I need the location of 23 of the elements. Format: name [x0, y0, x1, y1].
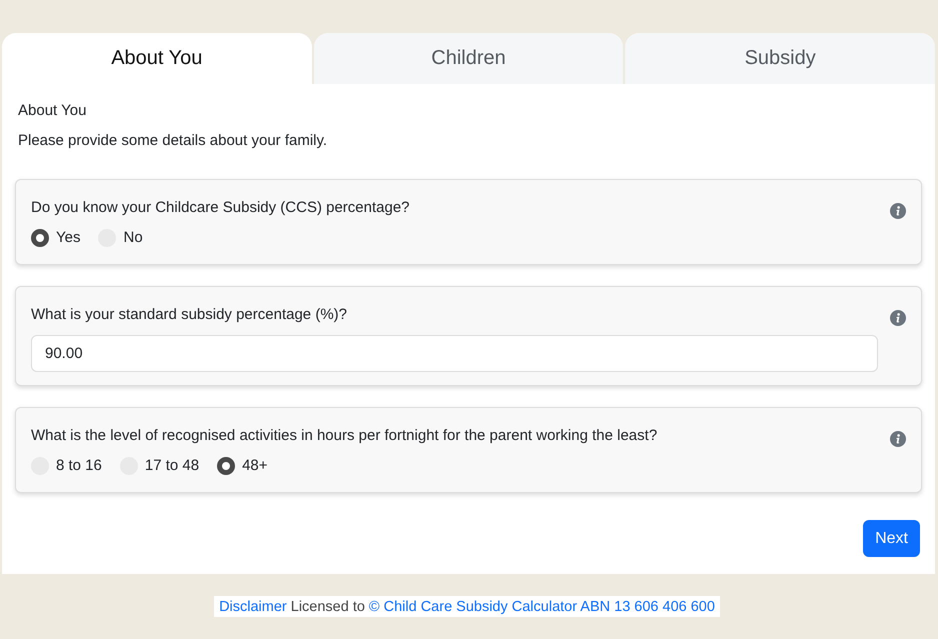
next-button[interactable]: Next [863, 520, 920, 557]
tab[interactable]: About You [2, 33, 312, 84]
radio-label[interactable]: No [123, 227, 143, 249]
radio-label[interactable]: 17 to 48 [144, 455, 200, 477]
percentage-input[interactable]: 90.00 [31, 335, 878, 372]
question-text: Do you know your Childcare Subsidy (CCS) percentage? [31, 198, 411, 218]
question-text: What is your standard subsidy percentage (%)? [31, 305, 348, 325]
radio-button[interactable] [217, 457, 236, 475]
radio-button[interactable] [31, 229, 49, 247]
tab[interactable]: Children [314, 33, 624, 84]
copyright-link[interactable]: © Child Care Subsidy Calculator ABN 13 606 406 600 [368, 598, 715, 614]
section-description: Please provide some details about your family. [17, 131, 328, 151]
footer-text: Licensed to [290, 598, 365, 614]
section-title: About You [17, 101, 88, 121]
info-icon[interactable] [890, 431, 906, 447]
radio-label[interactable]: 48+ [242, 455, 268, 477]
radio-label[interactable]: Yes [56, 227, 80, 249]
question-text: What is the level of recognised activities in hours per fortnight for the parent working the least? [31, 426, 658, 446]
disclaimer-link[interactable]: Disclaimer [219, 598, 287, 614]
info-icon[interactable] [890, 310, 906, 326]
info-icon[interactable] [890, 203, 906, 219]
radio-label[interactable]: 8 to 16 [56, 455, 102, 477]
tab[interactable]: Subsidy [625, 33, 936, 84]
